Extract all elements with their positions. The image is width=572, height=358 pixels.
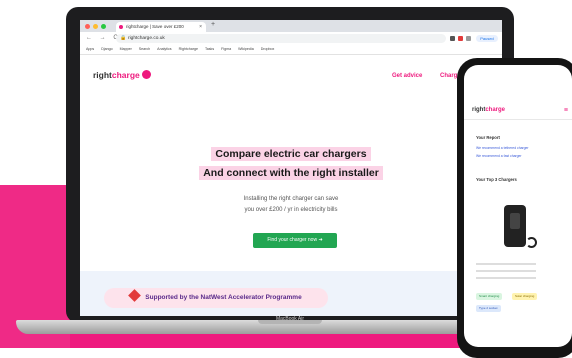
feature-line [476,263,536,265]
report-heading: Your Report [476,135,500,140]
phone-site-logo[interactable]: rightcharge [472,107,505,113]
laptop-screen: rightcharge | Save over £200 × + ← → C 🔒… [80,20,502,316]
nav-chargers[interactable]: Charg [440,73,457,79]
feature-tag: Smart charging [476,293,503,300]
laptop-model-label: MacBook Air [275,316,305,322]
bookmark-item[interactable]: Analytics [157,47,171,51]
website-content: rightcharge Get advice Charg Compare ele… [80,55,502,316]
logo-accent-text: charge [485,107,506,113]
hero-headline-line2: And connect with the right installer [80,166,502,180]
feature-line [476,270,536,272]
phone-screen: rightcharge ≡ Your Report We recommend a… [464,65,572,347]
extension-icon[interactable] [458,36,463,41]
natwest-support-banner: Supported by the NatWest Accelerator Pro… [104,288,328,308]
tab-close-icon[interactable]: × [199,22,202,32]
bookmarks-bar: Apps Django Mapper Search Analytics Righ… [80,45,502,55]
natwest-text: Supported by the NatWest Accelerator Pro… [145,294,302,301]
arrow-right-icon: ➜ [318,237,323,243]
bookmark-item[interactable]: Figma [221,47,231,51]
logo-text: right [472,107,486,113]
logo-accent-text: charge [111,70,140,80]
hero-headline-text: Compare electric car chargers [211,147,371,161]
recommendation-link[interactable]: We recommend a tethered charger [476,146,529,150]
bookmark-item[interactable]: Search [139,47,150,51]
charger-cable-image [526,237,537,248]
bookmark-item[interactable]: Apps [86,47,94,51]
hamburger-menu-icon[interactable]: ≡ [564,107,568,114]
window-minimize-icon[interactable] [93,24,98,29]
site-logo[interactable]: rightcharge [93,70,151,80]
cta-label: Find your charger now [267,237,318,243]
new-tab-button[interactable]: + [211,21,215,28]
window-close-icon[interactable] [85,24,90,29]
feature-line [476,277,536,279]
bookmark-item[interactable]: Rightcharge [179,47,198,51]
hero-subtext-line1: Installing the right charger can save [243,196,339,202]
hero-headline-line1: Compare electric car chargers [80,147,502,161]
hero-subtext-line2: you over £200 / yr in electricity bills [244,207,338,213]
feature-tag: Type 2 socket [476,305,501,312]
natwest-logo-icon [128,289,142,302]
extension-icon[interactable] [466,36,471,41]
browser-tab[interactable]: rightcharge | Save over £200 × [116,22,206,32]
browser-tab-bar: rightcharge | Save over £200 × + [80,20,502,32]
profile-paused-button[interactable]: Paused [476,35,498,42]
window-maximize-icon[interactable] [101,24,106,29]
bookmark-item[interactable]: Django [101,47,112,51]
url-text: rightcharge.co.uk [128,36,165,41]
hero-headline-text: And connect with the right installer [199,166,383,180]
nav-get-advice[interactable]: Get advice [392,73,422,79]
phone-header-divider [464,119,572,120]
bookmark-item[interactable]: Wikipedia [238,47,254,51]
extension-icon[interactable] [450,36,455,41]
feature-tag: Solar charging [512,293,538,300]
address-bar[interactable]: 🔒 rightcharge.co.uk [116,34,446,43]
bookmark-item[interactable]: Tasks [205,47,214,51]
recommendation-link[interactable]: We recommend a fast charger [476,154,522,158]
top-chargers-heading: Your Top 3 Chargers [476,177,517,182]
logo-plug-icon [141,70,151,79]
logo-text: right [93,70,112,80]
bookmark-item[interactable]: Mapper [120,47,132,51]
charger-product-image [504,205,526,247]
tab-title: rightcharge | Save over £200 [126,24,184,29]
bookmark-item[interactable]: Dropbox [261,47,275,51]
lock-icon: 🔒 [120,35,127,41]
address-bar-row: ← → C 🔒 rightcharge.co.uk Paused [80,32,502,45]
find-charger-button[interactable]: Find your charger now ➜ [253,233,337,248]
site-favicon-icon [119,25,123,29]
